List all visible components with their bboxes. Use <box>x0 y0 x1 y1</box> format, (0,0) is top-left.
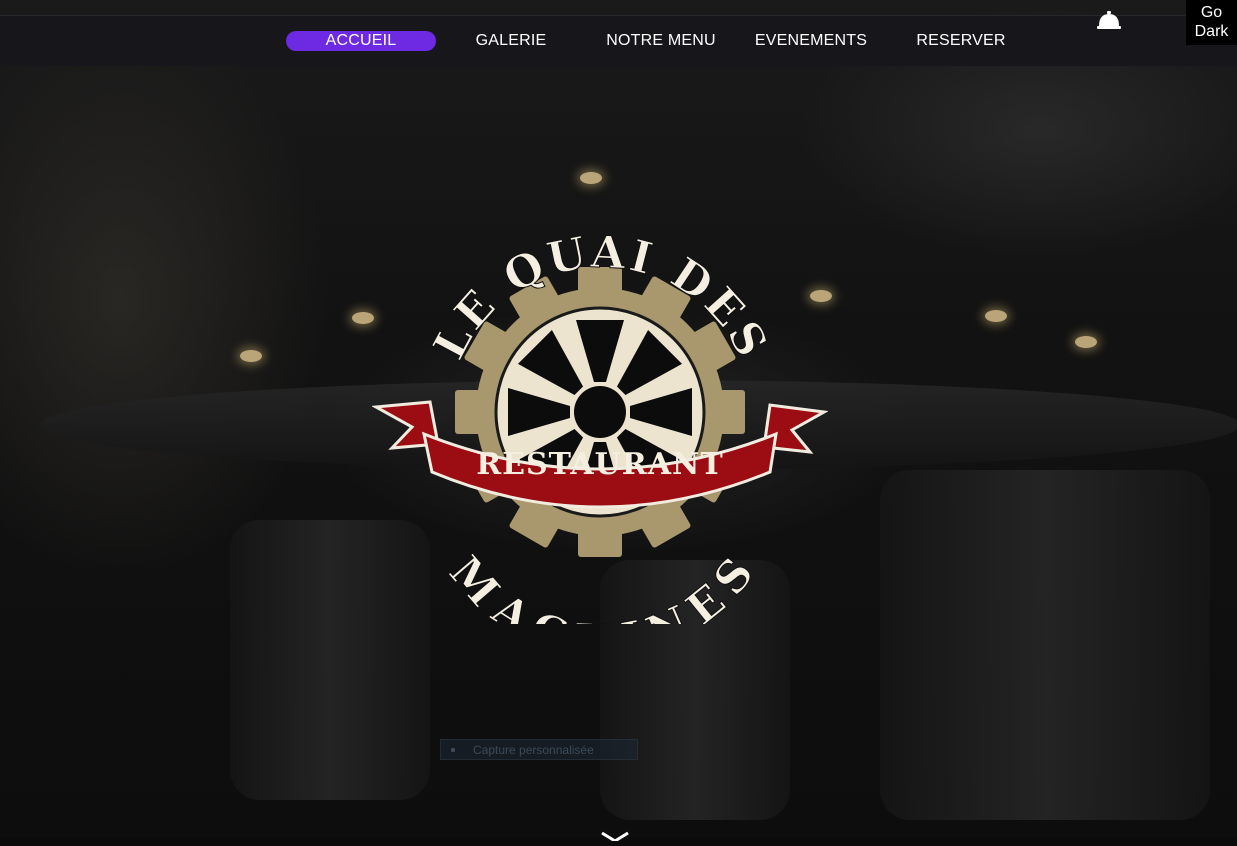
banner-text: RESTAURANT <box>476 447 724 482</box>
faded-capture-text: Capture personnalisée <box>473 743 594 757</box>
logo-bottom-text: MACHINES <box>439 546 766 624</box>
service-bell-icon[interactable] <box>1096 10 1122 32</box>
main-navbar: ACCUEIL GALERIE NOTRE MENU EVENEMENTS RE… <box>0 15 1237 66</box>
chevron-down-icon[interactable] <box>600 828 630 843</box>
nav-item-reserver[interactable]: RESERVER <box>886 31 1036 51</box>
bullet-icon <box>451 748 455 752</box>
background-stool <box>880 470 1210 820</box>
background-lamp <box>352 312 374 324</box>
nav-item-evenements[interactable]: EVENEMENTS <box>736 31 886 51</box>
nav-item-accueil[interactable]: ACCUEIL <box>286 31 436 51</box>
go-dark-toggle[interactable]: Go Dark <box>1186 0 1237 45</box>
service-bell-icon-svg <box>1097 11 1121 29</box>
go-dark-line1: Go <box>1200 4 1223 21</box>
background-lamp <box>240 350 262 362</box>
background-lamp <box>1075 336 1097 348</box>
go-dark-line2: Dark <box>1194 23 1229 40</box>
background-lamp <box>580 172 602 184</box>
restaurant-logo: RESTAURANT LE QUAI DES MACHINES <box>371 212 829 668</box>
nav-item-notre-menu[interactable]: NOTRE MENU <box>586 31 736 51</box>
background-lamp <box>985 310 1007 322</box>
nav-item-galerie[interactable]: GALERIE <box>436 31 586 51</box>
faded-capture-field[interactable]: Capture personnalisée <box>440 739 638 760</box>
